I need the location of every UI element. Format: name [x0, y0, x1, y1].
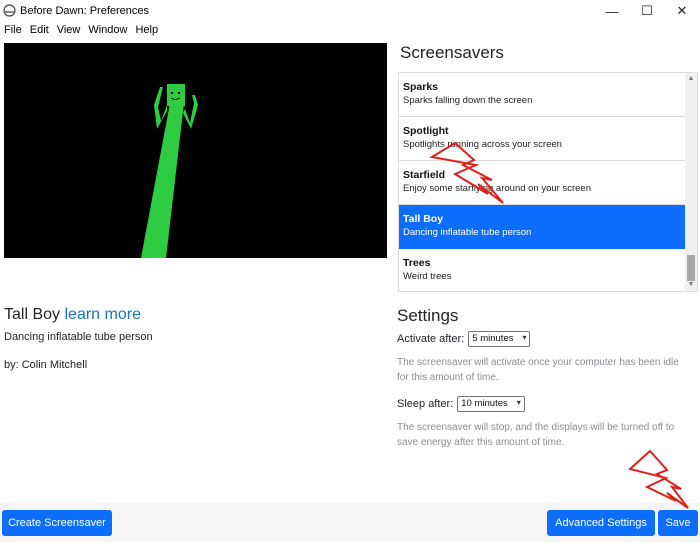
menu-help[interactable]: Help	[131, 22, 162, 40]
activate-row: Activate after: 5 minutes ▾	[397, 331, 531, 347]
app-icon	[3, 4, 16, 17]
tall-boy-figure	[141, 84, 198, 258]
menu-bar: File Edit View Window Help	[0, 22, 162, 40]
screensavers-heading: Screensavers	[400, 43, 504, 62]
sleep-row: Sleep after: 10 minutes ▾	[397, 396, 525, 412]
list-item-spotlight[interactable]: Spotlight Spotlights running across your…	[399, 117, 685, 161]
screensaver-name: Tall Boy	[4, 306, 61, 323]
list-scrollbar[interactable]: ▲ ▼	[685, 73, 697, 291]
item-name: Spotlight	[403, 125, 449, 137]
item-name: Trees	[403, 257, 431, 269]
menu-edit[interactable]: Edit	[26, 22, 53, 40]
screensaver-description: Dancing inflatable tube person	[4, 331, 153, 343]
chevron-down-icon: ▾	[522, 333, 527, 342]
save-button[interactable]: Save	[658, 510, 698, 536]
sleep-select[interactable]: 10 minutes ▾	[457, 396, 525, 412]
item-name: Sparks	[403, 81, 439, 93]
screensaver-author: by: Colin Mitchell	[4, 359, 88, 371]
item-name: Tall Boy	[403, 213, 444, 225]
scroll-thumb[interactable]	[687, 255, 695, 281]
footer-bar: Create Screensaver Advanced Settings Sav…	[0, 503, 700, 542]
title-bar: Before Dawn: Preferences — ☐ ✕	[0, 0, 700, 22]
window-title: Before Dawn: Preferences	[20, 5, 150, 17]
maximize-button[interactable]: ☐	[627, 0, 667, 22]
screensaver-preview	[4, 43, 387, 258]
list-item-tall-boy[interactable]: Tall Boy Dancing inflatable tube person	[399, 205, 685, 249]
sleep-help: The screensaver will stop, and the displ…	[397, 422, 675, 448]
item-name: Starfield	[403, 169, 446, 181]
menu-window[interactable]: Window	[84, 22, 131, 40]
activate-value: 5 minutes	[472, 333, 514, 344]
arrow-annotation-save	[627, 449, 689, 509]
screensaver-list: Sparks Sparks falling down the screen Sp…	[398, 72, 698, 292]
menu-view[interactable]: View	[53, 22, 85, 40]
item-desc: Spotlights running across your screen	[403, 139, 562, 150]
list-item-starfield[interactable]: Starfield Enjoy some starflying around o…	[399, 161, 685, 205]
close-button[interactable]: ✕	[662, 0, 700, 22]
list-item-sparks[interactable]: Sparks Sparks falling down the screen	[399, 73, 685, 117]
activate-help: The screensaver will activate once your …	[397, 357, 679, 383]
settings-heading: Settings	[397, 306, 459, 325]
screensaver-title: Tall Boy learn more	[4, 306, 141, 324]
item-desc: Sparks falling down the screen	[403, 95, 533, 106]
item-desc: Enjoy some starflying around on your scr…	[403, 183, 591, 194]
chevron-down-icon: ▾	[516, 398, 521, 407]
minimize-button[interactable]: —	[592, 0, 632, 22]
list-item-trees[interactable]: Trees Weird trees	[399, 249, 685, 291]
scroll-up-icon[interactable]: ▲	[687, 74, 695, 84]
menu-file[interactable]: File	[0, 22, 26, 40]
advanced-settings-button[interactable]: Advanced Settings	[547, 510, 655, 536]
item-desc: Weird trees	[403, 271, 452, 282]
item-desc: Dancing inflatable tube person	[403, 227, 532, 238]
sleep-value: 10 minutes	[461, 398, 508, 409]
learn-more-link[interactable]: learn more	[64, 306, 140, 323]
create-screensaver-button[interactable]: Create Screensaver	[2, 510, 112, 536]
activate-label: Activate after:	[397, 333, 465, 345]
sleep-label: Sleep after:	[397, 398, 454, 410]
activate-select[interactable]: 5 minutes ▾	[468, 331, 531, 347]
scroll-down-icon[interactable]: ▼	[687, 280, 695, 290]
